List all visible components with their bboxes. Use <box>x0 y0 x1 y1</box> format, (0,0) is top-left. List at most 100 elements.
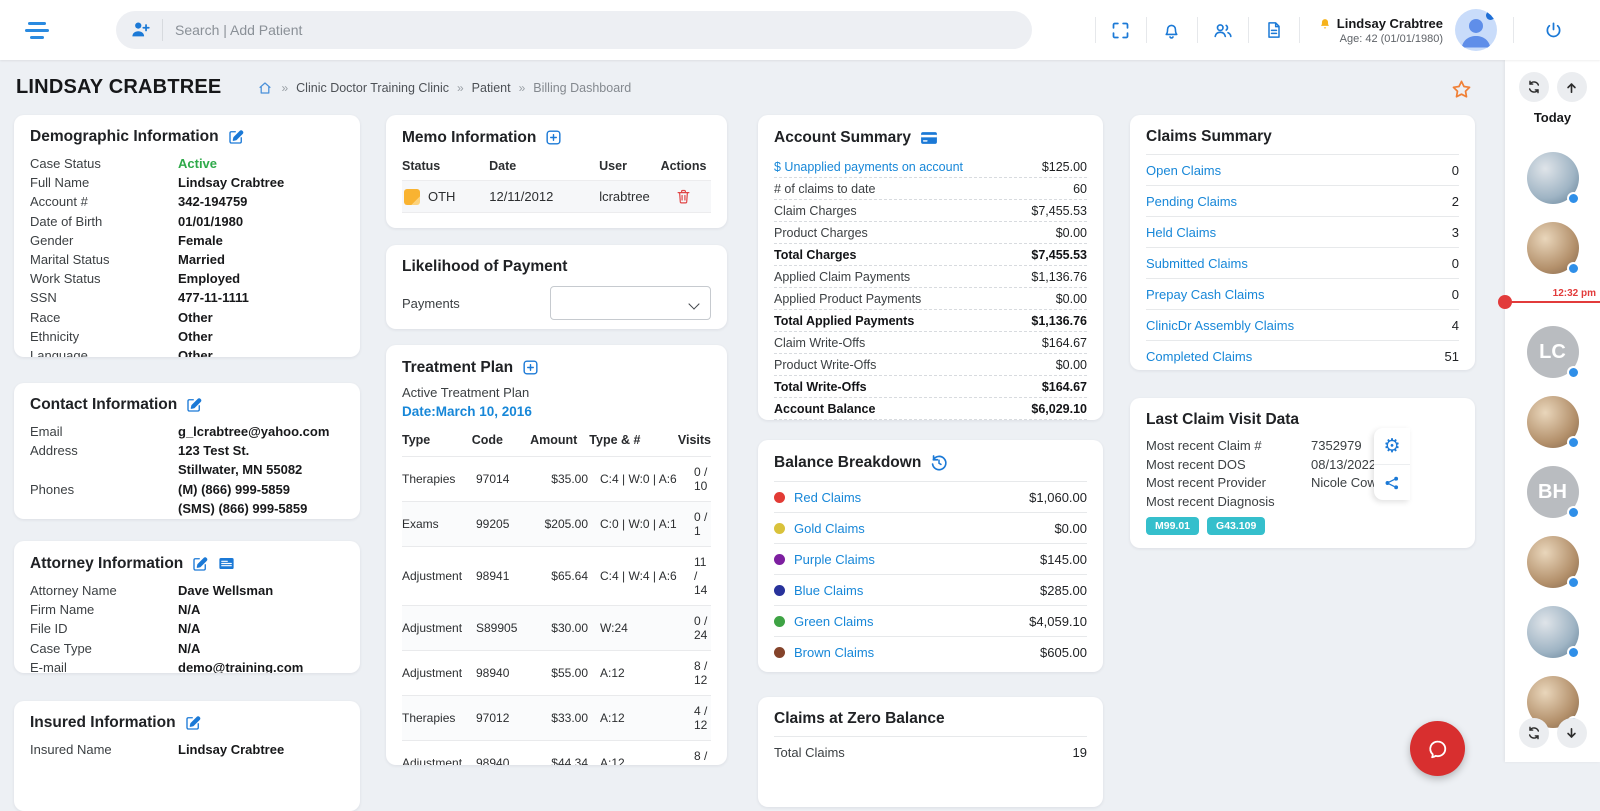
trash-icon[interactable] <box>656 188 711 205</box>
edit-icon[interactable] <box>227 128 245 146</box>
treatment-visits: 0 / 10 <box>694 465 708 493</box>
list-icon[interactable] <box>217 554 236 573</box>
claims-link[interactable]: Pending Claims <box>1146 194 1237 209</box>
claims-summary-row: Open Claims 0 <box>1146 154 1459 185</box>
field-value: Stillwater, MN 55082 <box>178 462 303 478</box>
claims-count: 4 <box>1451 317 1459 333</box>
patient-avatar[interactable] <box>1526 222 1580 275</box>
edit-icon[interactable] <box>191 555 209 573</box>
sync-icon[interactable] <box>1518 718 1549 748</box>
claims-at-zero-balance-card: Claims at Zero Balance Total Claims 19 <box>758 697 1103 807</box>
patient-avatar[interactable] <box>1526 606 1580 659</box>
summary-value: $1,136.76 <box>1031 313 1087 328</box>
treatment-row: Exams 99205 $205.00 C:0 | W:0 | A:1 0 / … <box>402 501 711 546</box>
breadcrumb-item-clinic[interactable]: Clinic Doctor Training Clinic <box>296 81 449 95</box>
field-value: Lindsay Crabtree <box>178 175 285 191</box>
settings-gears-icon[interactable]: ⚙ <box>1374 428 1410 464</box>
edit-icon[interactable] <box>185 396 203 414</box>
zero-balance-rows: Total Claims 19 <box>774 736 1087 767</box>
field-label <box>30 499 178 518</box>
notifications-bell-icon[interactable] <box>1147 0 1197 60</box>
add-patient-icon[interactable] <box>130 19 152 41</box>
arrow-up-icon[interactable] <box>1556 72 1587 102</box>
breadcrumb: » Clinic Doctor Training Clinic » Patien… <box>257 80 631 96</box>
breadcrumb-item-patient[interactable]: Patient <box>472 81 511 95</box>
payments-select[interactable] <box>550 286 711 320</box>
treatment-row: Adjustment S89905 $30.00 W:24 0 / 24 <box>402 605 711 650</box>
column-header: Type & # <box>589 433 641 447</box>
patient-avatar[interactable] <box>1526 536 1580 589</box>
patient-avatar[interactable]: BH <box>1526 466 1580 519</box>
summary-value: 60 <box>1073 181 1087 196</box>
user-avatar[interactable] <box>1455 9 1497 51</box>
credit-card-icon[interactable] <box>919 128 939 148</box>
claim-color-link[interactable]: Brown Claims <box>794 645 874 660</box>
patient-search-bar[interactable] <box>116 11 1032 49</box>
diagnosis-code-badge[interactable]: G43.109 <box>1207 517 1266 535</box>
summary-row: Applied Claim Payments $1,136.76 <box>774 266 1087 288</box>
claims-link[interactable]: Prepay Cash Claims <box>1146 287 1265 302</box>
info-row: Language Other <box>30 346 344 357</box>
time-marker-label: 12:32 pm <box>1552 288 1596 299</box>
claim-color-link[interactable]: Purple Claims <box>794 552 875 567</box>
current-patient-info[interactable]: Lindsay Crabtree Age: 42 (01/01/1980) <box>1318 16 1443 45</box>
summary-label: Total Claims <box>774 744 845 760</box>
summary-row: Account Balance $6,029.10 <box>774 398 1087 420</box>
chat-button[interactable] <box>1410 721 1465 776</box>
claims-link[interactable]: Submitted Claims <box>1146 256 1248 271</box>
sync-icon[interactable] <box>1518 72 1549 102</box>
treatment-plan-date-link[interactable]: Date:March 10, 2016 <box>402 404 711 419</box>
home-icon[interactable] <box>257 80 273 96</box>
search-input[interactable] <box>175 22 1018 38</box>
claims-link[interactable]: ClinicDr Assembly Claims <box>1146 318 1294 333</box>
claim-amount: $1,060.00 <box>1029 489 1087 505</box>
share-icon[interactable] <box>1374 464 1410 500</box>
fullscreen-icon[interactable] <box>1096 0 1146 60</box>
info-row: Phones (M) (866) 999-5859 <box>30 480 344 499</box>
card-title: Attorney Information <box>30 554 184 572</box>
claim-color-link[interactable]: Green Claims <box>794 614 873 629</box>
claim-amount: $0.00 <box>1054 520 1087 536</box>
claims-link[interactable]: Open Claims <box>1146 163 1221 178</box>
summary-row: Total Claims 19 <box>774 736 1087 767</box>
patients-icon[interactable] <box>1198 0 1248 60</box>
summary-label: $ Unapplied payments on account <box>774 159 964 174</box>
diagnosis-code-badge[interactable]: M99.01 <box>1146 517 1200 535</box>
patient-avatar[interactable] <box>1526 152 1580 205</box>
add-plus-icon[interactable] <box>544 128 563 147</box>
claim-color-link[interactable]: Red Claims <box>794 490 861 505</box>
claims-link[interactable]: Held Claims <box>1146 225 1216 240</box>
history-icon[interactable] <box>929 453 949 473</box>
arrow-down-icon[interactable] <box>1556 718 1587 748</box>
edit-icon[interactable] <box>184 714 202 732</box>
treatment-amount: $55.00 <box>551 666 588 680</box>
claim-color-dot <box>774 553 785 565</box>
power-icon[interactable] <box>1528 0 1578 60</box>
add-plus-icon[interactable] <box>521 358 540 377</box>
card-title: Likelihood of Payment <box>402 258 568 275</box>
treatment-row: Adjustment 98941 $65.64 C:4 | W:4 | A:6 … <box>402 546 711 605</box>
treatment-type: Adjustment <box>402 756 463 765</box>
documents-icon[interactable] <box>1249 0 1299 60</box>
claim-color-link[interactable]: Gold Claims <box>794 521 865 536</box>
claim-color-link[interactable]: Blue Claims <box>794 583 863 598</box>
treatment-amount: $35.00 <box>551 472 588 486</box>
patient-avatar[interactable] <box>1526 396 1580 449</box>
treatment-amount: $205.00 <box>544 517 588 531</box>
star-favorite-icon[interactable] <box>1450 78 1473 101</box>
treatment-code: 97014 <box>476 472 510 486</box>
hamburger-menu-icon[interactable] <box>24 20 50 40</box>
treatment-type: Therapies <box>402 472 456 486</box>
treatment-type: Exams <box>402 517 439 531</box>
info-row: Gender Female <box>30 231 344 250</box>
treatment-type-count: C:4 | W:0 | A:6 <box>600 472 677 486</box>
card-title: Balance Breakdown <box>774 454 922 471</box>
treatment-type-count: A:12 <box>600 666 625 680</box>
treatment-type: Adjustment <box>402 621 463 635</box>
claims-link[interactable]: Completed Claims <box>1146 349 1252 364</box>
field-value: 342-194759 <box>178 194 248 210</box>
info-row: Attorney Name Dave Wellsman <box>30 581 344 600</box>
treatment-type: Adjustment <box>402 569 463 583</box>
attorney-rows: Attorney Name Dave Wellsman Firm Name N/… <box>30 581 344 673</box>
patient-avatar[interactable]: LC <box>1526 326 1580 379</box>
